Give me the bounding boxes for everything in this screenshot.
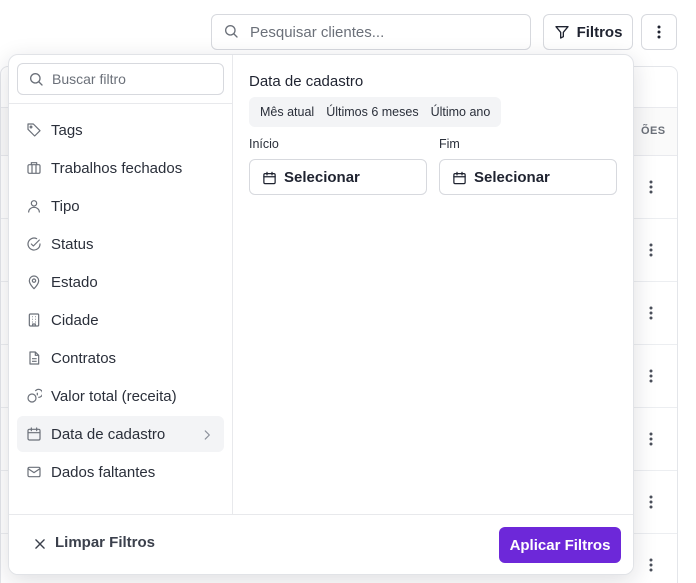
vertical-dots-icon [649,558,653,572]
calendar-icon [452,170,467,185]
building-icon [26,312,42,328]
filter-item-total-value[interactable]: Valor total (receita) [17,378,224,414]
filter-item-label: Valor total (receita) [51,387,177,405]
divider [9,103,233,104]
quick-range-group: Mês atual Últimos 6 meses Último ano [249,97,502,127]
calendar-icon [26,426,42,442]
end-date-picker[interactable]: Selecionar [439,159,617,195]
tag-icon [26,122,42,138]
filter-search-input[interactable] [52,71,212,87]
filter-item-registration-date[interactable]: Data de cadastro [17,416,224,452]
calendar-icon [262,170,277,185]
row-actions-button[interactable] [641,177,661,197]
client-search-field[interactable] [211,14,531,50]
vertical-dots-icon [649,369,653,383]
mail-icon [26,464,42,480]
filters-popover: Tags Trabalhos fechados Tipo Status Esta… [8,54,634,575]
quick-range-last-year[interactable]: Último ano [425,97,497,127]
filter-search-field[interactable] [17,63,224,95]
filter-item-label: Tipo [51,197,80,215]
row-actions-button[interactable] [641,366,661,386]
filters-button[interactable]: Filtros [543,14,633,50]
briefcase-icon [26,160,42,176]
check-circle-icon [26,236,42,252]
coins-icon [26,388,42,404]
start-date-value: Selecionar [284,168,360,186]
filter-item-type[interactable]: Tipo [17,188,224,224]
vertical-dots-icon [649,243,653,257]
filter-item-tags[interactable]: Tags [17,112,224,148]
filter-detail-panel: Data de cadastro Mês atual Últimos 6 mes… [233,55,633,514]
row-actions-button[interactable] [641,492,661,512]
vertical-dots-icon [649,180,653,194]
filter-funnel-icon [554,24,570,40]
search-icon [223,23,241,41]
filter-item-label: Data de cadastro [51,425,166,443]
end-date-value: Selecionar [474,168,550,186]
vertical-dots-icon [649,432,653,446]
vertical-dots-icon [649,306,653,320]
vertical-dots-icon [651,24,667,40]
filter-item-contracts[interactable]: Contratos [17,340,224,376]
map-pin-icon [26,274,42,290]
filter-item-label: Dados faltantes [51,463,156,481]
filter-item-label: Tags [51,121,83,139]
filter-item-status[interactable]: Status [17,226,224,262]
close-icon [33,536,47,550]
filter-item-label: Trabalhos fechados [51,159,183,177]
detail-title: Data de cadastro [249,73,364,90]
filter-item-label: Cidade [51,311,99,329]
filter-item-label: Estado [51,273,98,291]
filter-categories-panel: Tags Trabalhos fechados Tipo Status Esta… [9,55,233,514]
clear-filters-button[interactable]: Limpar Filtros [33,534,155,551]
vertical-dots-icon [649,495,653,509]
clear-filters-label: Limpar Filtros [55,534,156,551]
filter-item-missing-data[interactable]: Dados faltantes [17,454,224,490]
quick-range-current-month[interactable]: Mês atual [254,97,320,127]
user-icon [26,198,42,214]
file-text-icon [26,350,42,366]
filter-item-city[interactable]: Cidade [17,302,224,338]
popover-footer: Limpar Filtros Aplicar Filtros [9,514,633,574]
search-icon [28,71,44,87]
filter-item-closed-jobs[interactable]: Trabalhos fechados [17,150,224,186]
apply-filters-button[interactable]: Aplicar Filtros [499,527,621,563]
filter-item-label: Contratos [51,349,117,367]
start-date-picker[interactable]: Selecionar [249,159,427,195]
start-date-label: Início [249,137,279,151]
row-actions-button[interactable] [641,303,661,323]
quick-range-last-6-months[interactable]: Últimos 6 meses [320,97,424,127]
filter-item-label: Status [51,235,94,253]
row-actions-button[interactable] [641,555,661,575]
filter-category-list: Tags Trabalhos fechados Tipo Status Esta… [17,112,224,492]
actions-column-header: ÕES [641,125,666,137]
more-options-button[interactable] [641,14,677,50]
filter-item-state[interactable]: Estado [17,264,224,300]
row-actions-button[interactable] [641,429,661,449]
chevron-right-icon [200,427,214,441]
end-date-label: Fim [439,137,460,151]
client-search-input[interactable] [250,23,510,41]
filters-button-label: Filtros [576,23,623,41]
row-actions-button[interactable] [641,240,661,260]
